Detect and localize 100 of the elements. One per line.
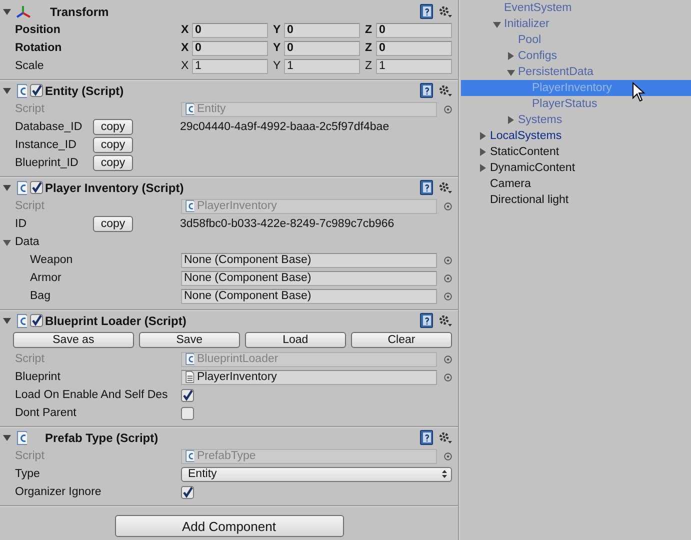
object-field[interactable]: None (Component Base): [181, 252, 437, 268]
copy-button[interactable]: copy: [93, 137, 133, 153]
copy-button[interactable]: copy: [93, 216, 133, 232]
number-field[interactable]: 0: [376, 22, 452, 38]
checkbox[interactable]: [30, 181, 43, 194]
script-icon: [184, 353, 194, 365]
script-icon: [16, 84, 27, 98]
object-field[interactable]: None (Component Base): [181, 270, 437, 286]
action-button[interactable]: Save: [138, 332, 240, 348]
item-label: DynamicContent: [490, 162, 576, 174]
collapse-arrow-icon[interactable]: [507, 68, 515, 76]
collapse-arrow-icon[interactable]: [3, 316, 11, 325]
axis-label: Z: [365, 24, 374, 36]
expand-arrow-icon[interactable]: [479, 164, 487, 172]
dropdown-arrow-icon: [442, 470, 447, 478]
component-title: Prefab Type (Script): [45, 430, 160, 444]
copy-button[interactable]: copy: [93, 155, 133, 171]
field-label: Script: [15, 103, 46, 115]
tree-item[interactable]: DynamicContent: [461, 160, 691, 176]
target-icon[interactable]: [444, 104, 452, 114]
axis-label: Y: [273, 60, 282, 72]
collapse-arrow-icon[interactable]: [493, 20, 501, 28]
checkbox[interactable]: [30, 84, 43, 97]
number-field[interactable]: 0: [192, 40, 268, 56]
axis-label: Z: [365, 60, 374, 72]
id-value: 3d58fbc0-b033-422e-8249-7c989c7cb966: [180, 218, 394, 230]
number-field[interactable]: 1: [376, 58, 452, 74]
tree-item[interactable]: Directional light: [461, 192, 691, 208]
collapse-arrow-icon[interactable]: [3, 183, 11, 192]
item-label: Configs: [518, 50, 557, 62]
script-icon: [184, 103, 194, 115]
expand-arrow-icon[interactable]: [479, 148, 487, 156]
field-label: Rotation: [15, 42, 63, 54]
axis-label: X: [181, 24, 190, 36]
expand-arrow-icon[interactable]: [479, 132, 487, 140]
field-label: Database_ID: [15, 121, 84, 133]
number-field[interactable]: 0: [284, 22, 360, 38]
object-field[interactable]: PlayerInventory: [181, 370, 437, 384]
target-icon[interactable]: [444, 452, 452, 460]
tree-item[interactable]: LocalSystems: [461, 128, 691, 144]
field-label: Position: [15, 24, 62, 36]
item-label: LocalSystems: [490, 130, 562, 142]
item-label: PlayerInventory: [532, 82, 612, 94]
checkbox[interactable]: [181, 406, 194, 420]
axis-label: Y: [273, 42, 282, 54]
collapse-arrow-icon[interactable]: [3, 238, 11, 246]
item-label: StaticContent: [490, 146, 560, 158]
item-label: Systems: [518, 114, 562, 126]
expand-arrow-icon[interactable]: [507, 116, 515, 124]
axis-label: X: [181, 42, 190, 54]
mouse-cursor-icon: [632, 82, 646, 103]
number-field[interactable]: 1: [284, 58, 360, 74]
action-button[interactable]: Save as: [13, 332, 134, 348]
number-field[interactable]: 0: [284, 40, 360, 56]
field-label: Script: [15, 450, 46, 462]
help-icon[interactable]: [420, 4, 433, 19]
expand-arrow-icon[interactable]: [507, 52, 515, 60]
collapse-arrow-icon[interactable]: [3, 7, 11, 16]
number-field[interactable]: 1: [192, 58, 268, 74]
checkbox[interactable]: [181, 388, 194, 402]
dropdown[interactable]: Entity: [181, 466, 452, 482]
help-icon[interactable]: [420, 313, 433, 328]
field-label: Dont Parent: [15, 407, 78, 419]
checkbox[interactable]: [181, 486, 194, 498]
item-label: Directional light: [490, 194, 569, 206]
help-icon[interactable]: [420, 83, 433, 98]
field-label: Scale: [15, 60, 45, 72]
tree-item[interactable]: Camera: [461, 176, 691, 192]
item-label: Camera: [490, 178, 531, 190]
help-icon[interactable]: [420, 180, 433, 195]
component-title: Player Inventory (Script): [45, 180, 185, 194]
target-icon[interactable]: [444, 202, 452, 210]
field-label: Script: [15, 353, 46, 365]
item-label: Pool: [518, 34, 542, 46]
field-label: Armor: [30, 272, 62, 284]
script-icon: [16, 180, 27, 194]
object-field[interactable]: None (Component Base): [181, 288, 437, 304]
field-label: Bag: [30, 290, 52, 302]
item-label: PersistentData: [518, 66, 594, 78]
field-label: Load On Enable And Self Des: [15, 389, 169, 401]
number-field[interactable]: 0: [192, 22, 268, 38]
collapse-arrow-icon[interactable]: [3, 86, 11, 95]
script-icon: [184, 450, 194, 462]
action-button[interactable]: Clear: [350, 332, 452, 348]
component-title: Blueprint Loader (Script): [45, 314, 188, 328]
tree-item[interactable]: StaticContent: [461, 144, 691, 160]
script-icon: [16, 314, 27, 328]
copy-button[interactable]: copy: [93, 119, 133, 135]
field-label: Data: [15, 236, 40, 248]
add-component-button[interactable]: Add Component: [114, 515, 344, 537]
field-label: Type: [15, 468, 41, 480]
component-title: Transform: [50, 4, 110, 18]
script-icon: [16, 430, 27, 444]
collapse-arrow-icon[interactable]: [3, 433, 11, 442]
axes-icon: [16, 4, 32, 18]
checkbox[interactable]: [30, 314, 43, 327]
action-button[interactable]: Load: [244, 332, 346, 348]
field-label: Blueprint: [15, 371, 62, 383]
help-icon[interactable]: [420, 430, 433, 445]
number-field[interactable]: 0: [376, 40, 452, 56]
